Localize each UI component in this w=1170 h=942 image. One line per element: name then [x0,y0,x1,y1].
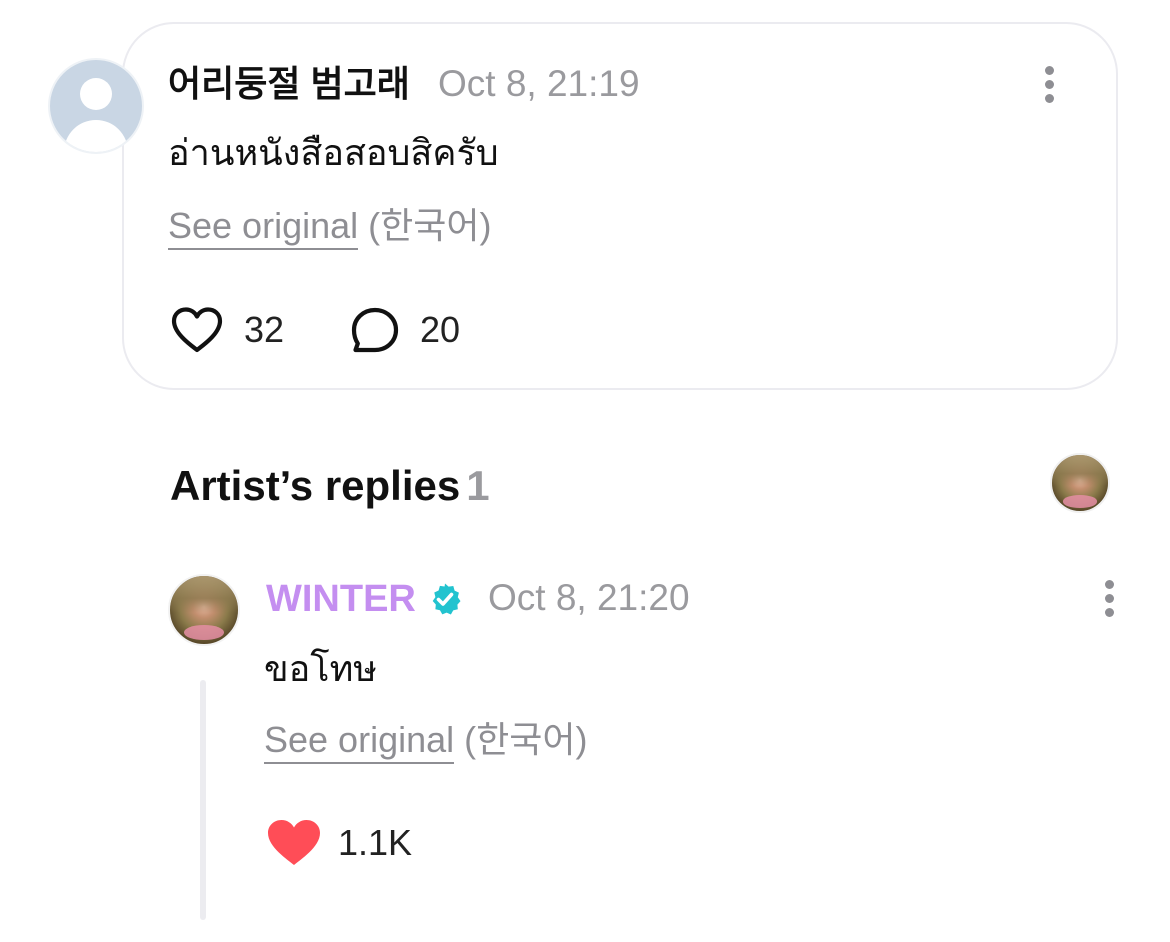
more-vertical-icon [1105,580,1114,589]
comment-text: อ่านหนังสือสอบสิครับ [168,133,499,174]
heart-filled-icon [268,820,320,865]
reply-text: ขอโทษ [264,649,378,690]
artist-avatar[interactable] [1050,453,1110,513]
reply-more-options-button[interactable] [1094,576,1124,620]
speech-bubble-icon [351,307,399,353]
reply-like-button[interactable]: 1.1K [266,818,412,868]
original-language: (한국어) [368,205,492,246]
see-original-link[interactable]: See original [168,205,359,250]
reply-like-count: 1.1K [338,822,413,863]
reply-button[interactable]: 20 [350,306,460,354]
like-count: 32 [244,309,285,350]
see-original-link[interactable]: See original [264,719,455,764]
reply-timestamp: Oct 8, 21:20 [488,577,690,618]
verified-badge-icon [432,583,461,615]
reply-count: 20 [420,309,461,350]
artist-replies-count: 1 [466,462,490,509]
see-original: See original (한국어) [168,204,492,250]
reply-author-avatar[interactable] [168,574,240,646]
avatar[interactable] [48,58,144,154]
comment-author-name[interactable]: 어리둥절 범고래 [168,64,410,104]
like-button[interactable]: 32 [170,306,284,354]
thread-line [200,680,206,920]
original-language: (한국어) [464,719,588,760]
comment-timestamp: Oct 8, 21:19 [438,63,640,104]
person-placeholder-icon [80,78,112,110]
more-vertical-icon [1045,66,1054,75]
artist-replies-title: Artist’s replies 1 [170,462,490,509]
reply-author-name[interactable]: WINTER [266,578,416,620]
heart-outline-icon [171,307,223,353]
reply-see-original: See original (한국어) [264,718,588,764]
more-options-button[interactable] [1034,62,1064,106]
